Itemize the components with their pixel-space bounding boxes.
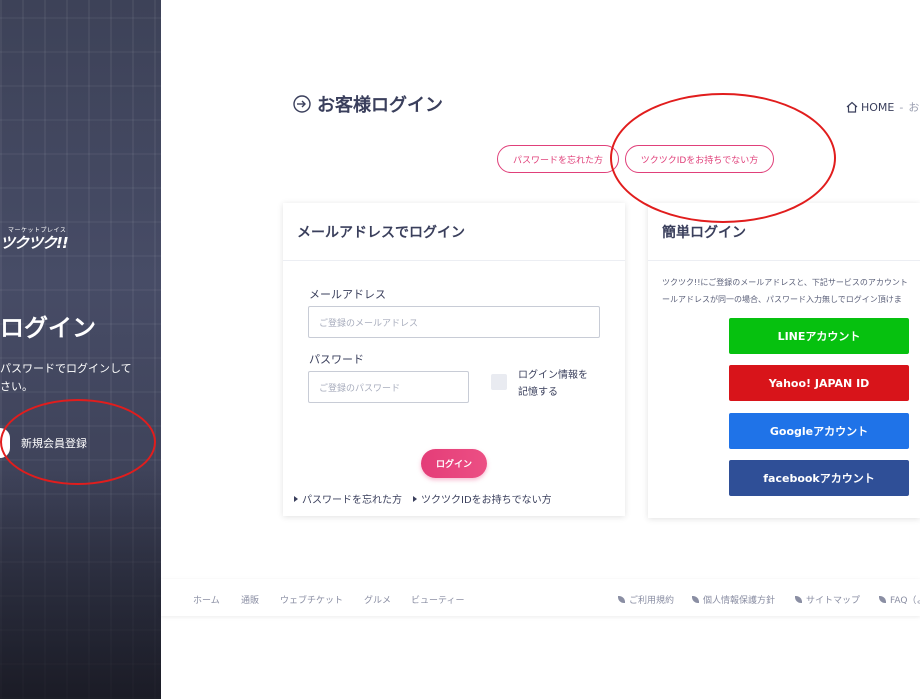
remember-checkbox[interactable] <box>491 374 507 390</box>
leaf-icon <box>618 596 625 603</box>
footer-nav-shop[interactable]: 通販 <box>241 593 259 606</box>
footer-nav-beauty[interactable]: ビューティー <box>411 593 464 606</box>
email-login-title: メールアドレスでログイン <box>297 224 465 241</box>
leaf-icon <box>692 596 699 603</box>
login-icon <box>293 95 311 113</box>
leaf-icon <box>795 596 802 603</box>
forgot-password-link[interactable]: パスワードを忘れた方 <box>294 491 402 506</box>
site-logo[interactable]: ツクツク!! <box>0 232 69 253</box>
leaf-icon <box>879 596 886 603</box>
footer-link-terms[interactable]: ご利用規約 <box>618 593 674 606</box>
no-account-pill[interactable]: ツクツクIDをお持ちでない方 <box>625 145 774 173</box>
password-input[interactable]: ご登録のパスワード <box>308 371 469 403</box>
footer-nav-home[interactable]: ホーム <box>193 593 220 606</box>
breadcrumb-current: お <box>908 101 920 114</box>
home-icon <box>846 101 858 113</box>
register-tab-shape <box>0 428 10 458</box>
side-description: パスワードでログインして さい。 <box>0 362 132 393</box>
breadcrumb: HOME - お <box>846 99 919 115</box>
footer-nav-webticket[interactable]: ウェブチケット <box>280 593 343 606</box>
email-label: メールアドレス <box>309 288 386 301</box>
footer-link-faq[interactable]: FAQ（よ <box>879 593 920 606</box>
page-title: お客様ログイン <box>293 91 443 117</box>
arrow-right-icon <box>413 495 417 502</box>
no-account-link[interactable]: ツクツクIDをお持ちでない方 <box>413 491 552 506</box>
password-label: パスワード <box>309 353 364 366</box>
remember-label[interactable]: ログイン情報を 記憶する <box>518 367 588 401</box>
email-login-header: メールアドレスでログイン <box>283 203 625 261</box>
register-label: 新規会員登録 <box>21 437 87 450</box>
register-button[interactable]: 新規会員登録 <box>0 428 87 458</box>
google-login-button[interactable]: Googleアカウント <box>729 413 909 449</box>
side-hero-panel: マーケットプレイス ツクツク!! ログイン パスワードでログインして さい。 新… <box>0 0 161 699</box>
breadcrumb-home[interactable]: HOME <box>861 101 894 114</box>
login-button[interactable]: ログイン <box>421 449 487 478</box>
footer-link-sitemap[interactable]: サイトマップ <box>795 593 860 606</box>
footer-nav-gourmet[interactable]: グルメ <box>364 593 391 606</box>
forgot-password-pill[interactable]: パスワードを忘れた方 <box>497 145 619 173</box>
page-title-text: お客様ログイン <box>317 95 443 116</box>
side-heading: ログイン <box>0 314 96 342</box>
line-login-button[interactable]: LINEアカウント <box>729 318 909 354</box>
footer-link-privacy[interactable]: 個人情報保護方針 <box>692 593 775 606</box>
email-input[interactable]: ご登録のメールアドレス <box>308 306 600 338</box>
arrow-right-icon <box>294 495 298 502</box>
easy-login-header: 簡単ログイン <box>648 203 920 261</box>
breadcrumb-separator: - <box>899 100 904 114</box>
yahoo-login-button[interactable]: Yahoo! JAPAN ID <box>729 365 909 401</box>
easy-login-description: ツクツク!!にご登録のメールアドレスと、下記サービスのアカウント ールアドレスが… <box>662 278 908 304</box>
easy-login-title: 簡単ログイン <box>662 224 746 241</box>
facebook-login-button[interactable]: facebookアカウント <box>729 460 909 496</box>
